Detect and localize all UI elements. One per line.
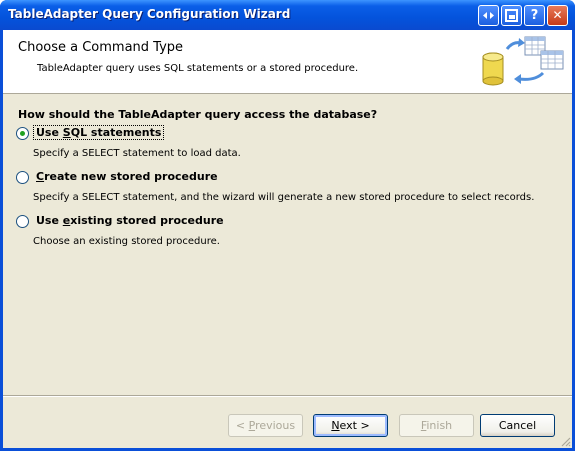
access-question: How should the TableAdapter query access… bbox=[18, 108, 378, 121]
close-icon[interactable]: ✕ bbox=[547, 5, 568, 26]
option-create-stored-procedure-label[interactable]: Create new stored procedure bbox=[34, 170, 220, 183]
window-title: TableAdapter Query Configuration Wizard bbox=[8, 7, 291, 21]
option-sql-statements-label[interactable]: Use SQL statements bbox=[32, 125, 165, 140]
cancel-button[interactable]: Cancel bbox=[480, 414, 555, 437]
page-subtitle: TableAdapter query uses SQL statements o… bbox=[37, 63, 359, 74]
radio-existing-stored-procedure[interactable] bbox=[16, 215, 29, 228]
option-existing-stored-procedure-label[interactable]: Use existing stored procedure bbox=[34, 214, 226, 227]
option-sql-statements-description: Specify a SELECT statement to load data. bbox=[33, 148, 241, 159]
button-separator bbox=[3, 395, 572, 397]
page-title: Choose a Command Type bbox=[18, 40, 184, 55]
wizard-header: Choose a Command Type TableAdapter query… bbox=[3, 30, 572, 94]
database-tables-icon bbox=[482, 36, 564, 86]
restore-icon[interactable] bbox=[501, 5, 522, 26]
option-create-stored-procedure-description: Specify a SELECT statement, and the wiza… bbox=[33, 192, 535, 203]
dialog-body: Choose a Command Type TableAdapter query… bbox=[3, 30, 572, 448]
finish-button[interactable]: Finish bbox=[399, 414, 474, 437]
option-existing-stored-procedure-description: Choose an existing stored procedure. bbox=[33, 236, 220, 247]
previous-button[interactable]: < Previous bbox=[228, 414, 303, 437]
wizard-window: TableAdapter Query Configuration Wizard … bbox=[0, 0, 575, 451]
radio-sql-statements[interactable] bbox=[16, 127, 29, 140]
radio-create-stored-procedure[interactable] bbox=[16, 171, 29, 184]
help-icon[interactable]: ? bbox=[524, 5, 545, 26]
resize-grip-icon[interactable] bbox=[559, 435, 571, 447]
next-button[interactable]: Next > bbox=[313, 414, 388, 437]
arrows-icon[interactable] bbox=[478, 5, 499, 26]
radio-selected-dot bbox=[20, 131, 25, 136]
title-bar[interactable]: TableAdapter Query Configuration Wizard … bbox=[0, 0, 575, 30]
